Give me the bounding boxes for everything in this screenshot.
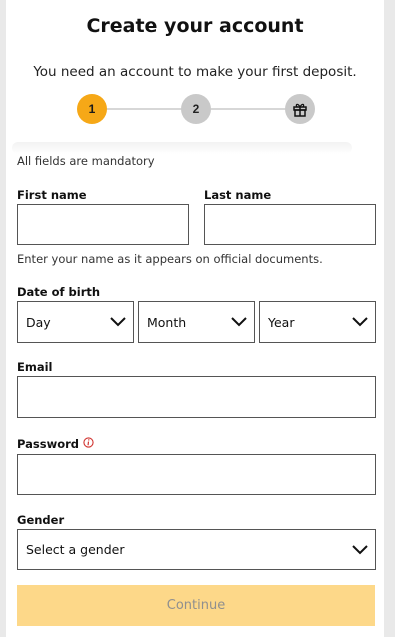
gift-icon	[293, 103, 307, 117]
dob-month-value: Month	[147, 314, 187, 330]
divider-shadow	[12, 142, 352, 154]
continue-button[interactable]: Continue	[17, 585, 375, 626]
last-name-label: Last name	[204, 188, 272, 202]
chevron-down-icon	[231, 317, 247, 327]
chevron-down-icon	[352, 544, 368, 554]
password-input[interactable]	[17, 454, 376, 495]
step-1: 1	[77, 94, 107, 124]
stepper-connector	[107, 108, 184, 110]
gender-label: Gender	[17, 513, 65, 527]
info-icon[interactable]	[83, 437, 94, 448]
email-input[interactable]	[17, 376, 376, 418]
dob-year-value: Year	[268, 314, 295, 330]
password-label: Password	[17, 437, 79, 451]
gender-select[interactable]: Select a gender	[17, 529, 376, 570]
gender-value: Select a gender	[26, 542, 125, 557]
progress-stepper: 1 2	[6, 0, 384, 140]
first-name-input[interactable]	[17, 204, 189, 245]
step-2: 2	[181, 94, 211, 124]
email-label: Email	[17, 360, 53, 374]
first-name-label: First name	[17, 188, 87, 202]
chevron-down-icon	[352, 317, 368, 327]
registration-card: Create your account You need an account …	[6, 0, 384, 637]
mandatory-note: All fields are mandatory	[17, 154, 155, 168]
dob-day-value: Day	[26, 314, 51, 330]
last-name-input[interactable]	[204, 204, 376, 245]
step-reward	[285, 94, 315, 124]
chevron-down-icon	[110, 317, 126, 327]
dob-month-select[interactable]: Month	[138, 301, 255, 343]
dob-label: Date of birth	[17, 285, 101, 299]
dob-year-select[interactable]: Year	[259, 301, 376, 343]
dob-day-select[interactable]: Day	[17, 301, 134, 343]
name-hint: Enter your name as it appears on officia…	[17, 252, 323, 266]
stepper-connector	[211, 108, 287, 110]
